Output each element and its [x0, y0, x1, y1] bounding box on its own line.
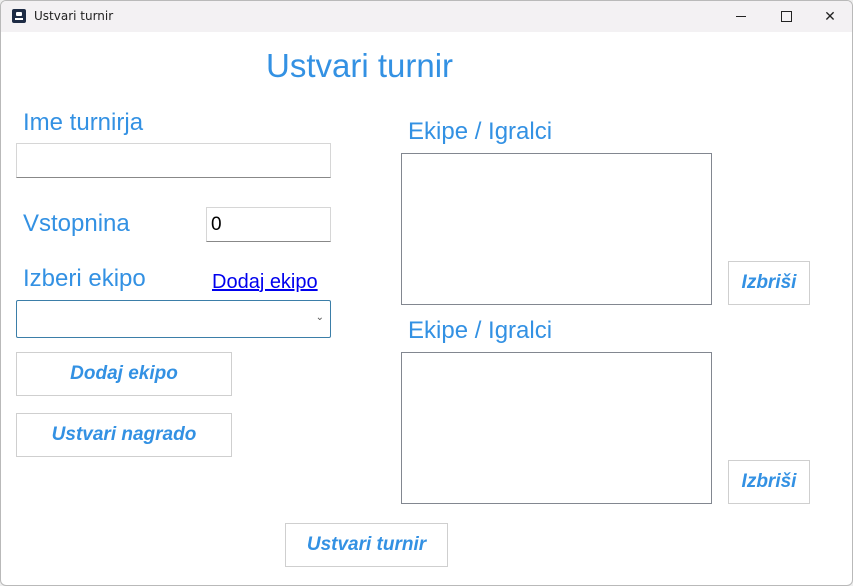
- delete-button-2[interactable]: Izbriši: [728, 460, 810, 504]
- teams-players-label-1: Ekipe / Igralci: [408, 118, 553, 145]
- maximize-icon: [780, 11, 792, 22]
- delete-button-1[interactable]: Izbriši: [728, 261, 810, 305]
- create-prize-button[interactable]: Ustvari nagrado: [16, 413, 232, 457]
- create-tournament-button[interactable]: Ustvari turnir: [285, 523, 448, 567]
- entry-fee-input[interactable]: [206, 207, 331, 242]
- chevron-down-icon: ⌄: [315, 312, 324, 323]
- teams-players-label-2: Ekipe / Igralci: [408, 317, 553, 344]
- title-bar[interactable]: Ustvari turnir ✕: [1, 1, 852, 32]
- close-icon: ✕: [824, 8, 836, 25]
- add-team-button[interactable]: Dodaj ekipo: [16, 352, 232, 396]
- select-team-label: Izberi ekipo: [23, 265, 146, 292]
- tournament-name-input[interactable]: [16, 143, 331, 178]
- window-title: Ustvari turnir: [34, 9, 114, 23]
- page-title: Ustvari turnir: [266, 47, 454, 84]
- tournament-name-label: Ime turnirja: [23, 109, 144, 136]
- add-team-link[interactable]: Dodaj ekipo: [212, 271, 318, 294]
- close-button[interactable]: ✕: [807, 1, 852, 32]
- minimize-icon: [736, 16, 746, 17]
- app-window: Ustvari turnir ✕ Ustvari turnir Ime turn…: [0, 0, 853, 586]
- entry-fee-label: Vstopnina: [23, 210, 130, 237]
- minimize-button[interactable]: [718, 1, 764, 32]
- maximize-button[interactable]: [763, 1, 809, 32]
- teams-players-list-2[interactable]: [401, 352, 712, 504]
- app-icon: [12, 9, 26, 23]
- teams-players-list-1[interactable]: [401, 153, 712, 305]
- team-select[interactable]: ⌄: [16, 300, 331, 338]
